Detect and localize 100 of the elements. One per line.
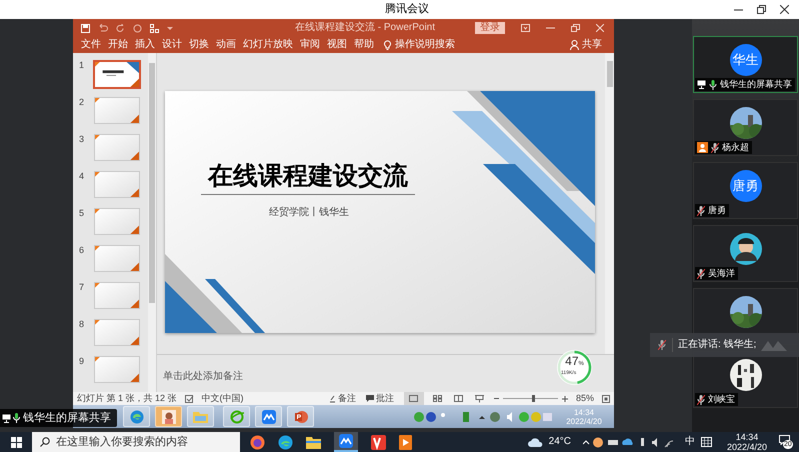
windows-icon[interactable] — [11, 436, 22, 448]
ribbon-tab[interactable]: 审阅 — [300, 39, 320, 51]
language-indicator[interactable]: 中文(中国) — [202, 393, 244, 404]
undo-icon[interactable] — [98, 24, 108, 32]
slide-thumbnail[interactable] — [94, 97, 140, 124]
muted-microphone-icon[interactable] — [697, 268, 705, 278]
ribbon-tab[interactable]: 设计 — [162, 39, 182, 51]
avatar: 华生 — [730, 44, 762, 76]
notes-button[interactable]: 备注 — [338, 393, 356, 404]
participant-name: 杨永超 — [722, 142, 749, 153]
comment-icon[interactable] — [366, 394, 374, 402]
muted-microphone-icon[interactable] — [697, 394, 705, 404]
comments-button[interactable]: 批注 — [376, 393, 394, 404]
window-title: 腾讯会议 — [385, 2, 429, 16]
ribbon-tab[interactable]: 帮助 — [354, 39, 374, 51]
browser-icon — [130, 410, 144, 424]
muted-microphone-icon — [658, 340, 666, 350]
microphone-icon[interactable] — [709, 80, 717, 90]
scrollbar[interactable] — [148, 53, 156, 392]
ribbon-tab[interactable]: 文件 — [81, 39, 101, 51]
zoom-slider[interactable] — [502, 394, 558, 403]
weather-reading[interactable]: 24°C — [548, 436, 571, 448]
clock-date: 2022/4/20 — [726, 442, 768, 452]
slide-number: 8 — [79, 319, 86, 329]
zoom-in-icon[interactable] — [562, 396, 568, 402]
meeting-app-icon — [262, 410, 276, 424]
share-button[interactable]: 共享 — [582, 39, 602, 51]
speaking-text: 正在讲话: 钱华生; — [678, 339, 756, 351]
browser-icon[interactable] — [278, 434, 293, 450]
participant-name: 刘峡宝 — [708, 394, 735, 405]
participant-tile[interactable]: 吴海洋 — [693, 225, 798, 282]
notification-icon — [779, 434, 790, 444]
folder-icon[interactable] — [306, 436, 321, 448]
microphone-icon — [13, 413, 20, 423]
video-player-icon[interactable] — [399, 434, 412, 450]
slide-number: 1 — [79, 60, 86, 70]
notes-placeholder[interactable]: 单击此处添加备注 — [163, 371, 243, 382]
slide-thumbnail[interactable] — [94, 282, 140, 309]
ribbon-tab[interactable]: 切换 — [189, 39, 209, 51]
slide-thumbnail[interactable] — [94, 171, 140, 198]
muted-microphone-icon[interactable] — [697, 206, 705, 216]
spellcheck-icon[interactable] — [184, 394, 194, 402]
participant-tile[interactable]: 杨永超 — [693, 99, 798, 156]
slide-number: 5 — [79, 208, 86, 218]
document-app-icon[interactable] — [371, 434, 386, 450]
person-icon[interactable] — [570, 40, 579, 50]
slide-number: 7 — [79, 282, 86, 292]
ribbon-tab[interactable]: 视图 — [327, 39, 347, 51]
slide-thumbnail[interactable] — [94, 245, 140, 272]
scrollbar[interactable] — [605, 53, 614, 354]
screen-share-icon — [2, 414, 11, 422]
participant-tile[interactable]: 唐勇 唐勇 — [693, 162, 798, 219]
slide-thumbnail[interactable] — [93, 60, 141, 89]
normal-view-button[interactable] — [404, 392, 424, 405]
participant-tile[interactable]: 华生 钱华生的屏幕共享 — [693, 36, 798, 93]
slide-counter: 幻灯片 第 1 张，共 12 张 — [77, 393, 177, 404]
zoom-level[interactable]: 85% — [576, 393, 594, 404]
lightbulb-icon — [384, 40, 391, 50]
taskbar-button[interactable] — [334, 432, 358, 452]
save-icon[interactable] — [81, 24, 90, 32]
slide-thumbnail[interactable] — [94, 134, 140, 161]
ribbon-tab[interactable]: 幻灯片放映 — [243, 39, 293, 51]
redo-icon[interactable] — [116, 24, 125, 32]
slide-number: 4 — [79, 171, 86, 181]
avatar — [730, 233, 762, 265]
sorter-view-icon[interactable] — [432, 395, 442, 402]
percent-reading: 47 — [565, 355, 578, 368]
ribbon-display-icon[interactable] — [521, 24, 530, 32]
slide-thumbnail[interactable] — [94, 208, 140, 235]
slide-thumbnail[interactable] — [94, 319, 140, 346]
muted-microphone-icon[interactable] — [711, 142, 719, 152]
sign-in-button[interactable]: 登录 — [475, 22, 505, 34]
slide-number: 9 — [79, 356, 86, 366]
participant-name: 吴海洋 — [708, 268, 735, 279]
fit-slide-icon[interactable] — [602, 394, 610, 402]
participant-name: 钱华生的屏幕共享 — [720, 79, 792, 90]
reading-view-icon[interactable] — [454, 395, 463, 402]
tell-me-search[interactable]: 操作说明搜索 — [395, 39, 455, 51]
clock-time: 14:34 — [736, 432, 758, 442]
window-title: 在线课程建设交流 - PowerPoint — [295, 22, 436, 34]
slide-thumbnail[interactable] — [94, 356, 140, 383]
input-method-indicator[interactable]: 中 — [685, 436, 695, 448]
avatar: 唐勇 — [730, 170, 762, 202]
share-label: 钱华生的屏幕共享 — [23, 412, 111, 424]
close-icon[interactable] — [780, 5, 789, 14]
ribbon-tab[interactable]: 动画 — [216, 39, 236, 51]
notes-icon[interactable] — [328, 394, 336, 402]
grid-icon[interactable] — [150, 24, 159, 32]
slider-thumb[interactable] — [532, 395, 535, 402]
participant-name: 唐勇 — [708, 205, 726, 216]
slide-subtitle: 经贸学院丨钱华生 — [269, 207, 349, 219]
keyboard-icon[interactable] — [701, 437, 712, 447]
circle-icon[interactable] — [133, 24, 142, 32]
dropdown-icon[interactable] — [167, 26, 173, 30]
ribbon-tab[interactable]: 插入 — [135, 39, 155, 51]
restore-icon[interactable] — [757, 5, 766, 14]
cloud-icon — [526, 437, 543, 447]
slideshow-icon[interactable] — [474, 394, 484, 402]
search-field[interactable]: 在这里输入你要搜索的内容 — [32, 432, 240, 452]
ribbon-tab[interactable]: 开始 — [108, 39, 128, 51]
